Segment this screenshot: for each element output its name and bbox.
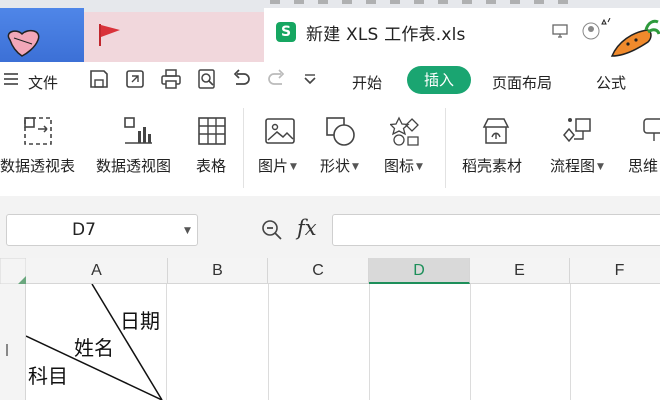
formula-input[interactable]: [332, 214, 660, 246]
cell-a-subject-label: 科目: [28, 364, 68, 388]
print-preview-icon[interactable]: [196, 68, 218, 90]
heart-sticker-icon: [7, 29, 40, 57]
select-all-corner-icon[interactable]: [0, 258, 26, 284]
document-title: 新建 XLS 工作表.xls: [306, 25, 466, 45]
save-icon[interactable]: [88, 68, 110, 90]
flag-sticker-icon: [99, 24, 120, 46]
name-box[interactable]: [6, 214, 198, 246]
insert-function-button[interactable]: fx: [297, 216, 317, 240]
dropdown-arrow-icon: ▼: [416, 162, 423, 172]
row-header-column: [0, 284, 26, 400]
export-icon[interactable]: [124, 68, 146, 90]
undo-icon[interactable]: [230, 68, 252, 90]
name-box-value: D7: [72, 220, 96, 240]
ribbon-picture-label[interactable]: 图片 ▼: [258, 155, 297, 176]
ribbon-icons-label[interactable]: 图标 ▼: [384, 155, 423, 176]
ribbon-shape-label[interactable]: 形状 ▼: [320, 155, 359, 176]
column-header-e[interactable]: E: [470, 258, 570, 284]
docer-material-icon[interactable]: [480, 115, 512, 147]
window-top-decoration: [270, 0, 570, 4]
ribbon-picture-text: 图片: [258, 157, 289, 175]
grid-line: [570, 284, 571, 400]
tab-insert[interactable]: 插入: [407, 66, 471, 94]
grid-line: [470, 284, 471, 400]
ribbon-flowchart-text: 流程图: [550, 157, 596, 175]
name-box-dropdown-icon[interactable]: ▼: [184, 226, 191, 236]
icon-library-icon[interactable]: [390, 115, 422, 147]
ribbon-docer-material-label[interactable]: 稻壳素材: [462, 155, 522, 176]
tab-page-layout[interactable]: 页面布局: [492, 72, 552, 93]
tab-home[interactable]: 开始: [352, 72, 382, 93]
shape-icon[interactable]: [324, 115, 356, 147]
cell-a-date-label: 日期: [120, 309, 160, 333]
ribbon-flowchart-label[interactable]: 流程图 ▼: [550, 155, 604, 176]
redo-icon[interactable]: [266, 68, 288, 90]
ribbon-pivot-chart-label[interactable]: 数据透视图: [96, 155, 171, 176]
zoom-out-icon[interactable]: [260, 218, 284, 242]
carrot-sticker-icon: [601, 18, 660, 57]
dropdown-arrow-icon: ▼: [597, 162, 604, 172]
menu-file[interactable]: 文件: [28, 72, 58, 93]
ribbon-pivot-table-label[interactable]: 数据透视表: [0, 155, 75, 176]
table-icon[interactable]: [196, 115, 228, 147]
pivot-table-icon[interactable]: [22, 115, 54, 147]
ribbon-shape-text: 形状: [320, 157, 351, 175]
more-dropdown-icon[interactable]: [302, 72, 318, 88]
ribbon-toolbar: [0, 98, 660, 196]
print-icon[interactable]: [160, 68, 182, 90]
ribbon-mindmap-label[interactable]: 思维: [628, 155, 658, 176]
picture-icon[interactable]: [264, 115, 296, 147]
grid-line: [268, 284, 269, 400]
ribbon-icons-text: 图标: [384, 157, 415, 175]
ribbon-separator: [243, 108, 244, 188]
flowchart-icon[interactable]: [562, 115, 594, 147]
mindmap-icon[interactable]: [640, 115, 660, 147]
wps-spreadsheet-logo-icon: S: [276, 22, 296, 42]
dropdown-arrow-icon: ▼: [290, 162, 297, 172]
grid-line: [369, 284, 370, 400]
column-header-c[interactable]: C: [268, 258, 369, 284]
cell-a-name-label: 姓名: [74, 336, 114, 360]
ribbon-table-label[interactable]: 表格: [196, 155, 226, 176]
hamburger-menu-icon[interactable]: [2, 70, 20, 88]
ribbon-separator: [445, 108, 446, 188]
pivot-chart-icon[interactable]: [122, 115, 154, 147]
column-header-f[interactable]: F: [570, 258, 660, 284]
dropdown-arrow-icon: ▼: [352, 162, 359, 172]
window-display-icon[interactable]: [552, 24, 568, 38]
column-header-d[interactable]: D: [369, 258, 470, 284]
row-header-marker: [6, 344, 8, 356]
column-header-b[interactable]: B: [168, 258, 268, 284]
column-header-a[interactable]: A: [26, 258, 168, 284]
tab-formulas[interactable]: 公式: [596, 72, 626, 93]
